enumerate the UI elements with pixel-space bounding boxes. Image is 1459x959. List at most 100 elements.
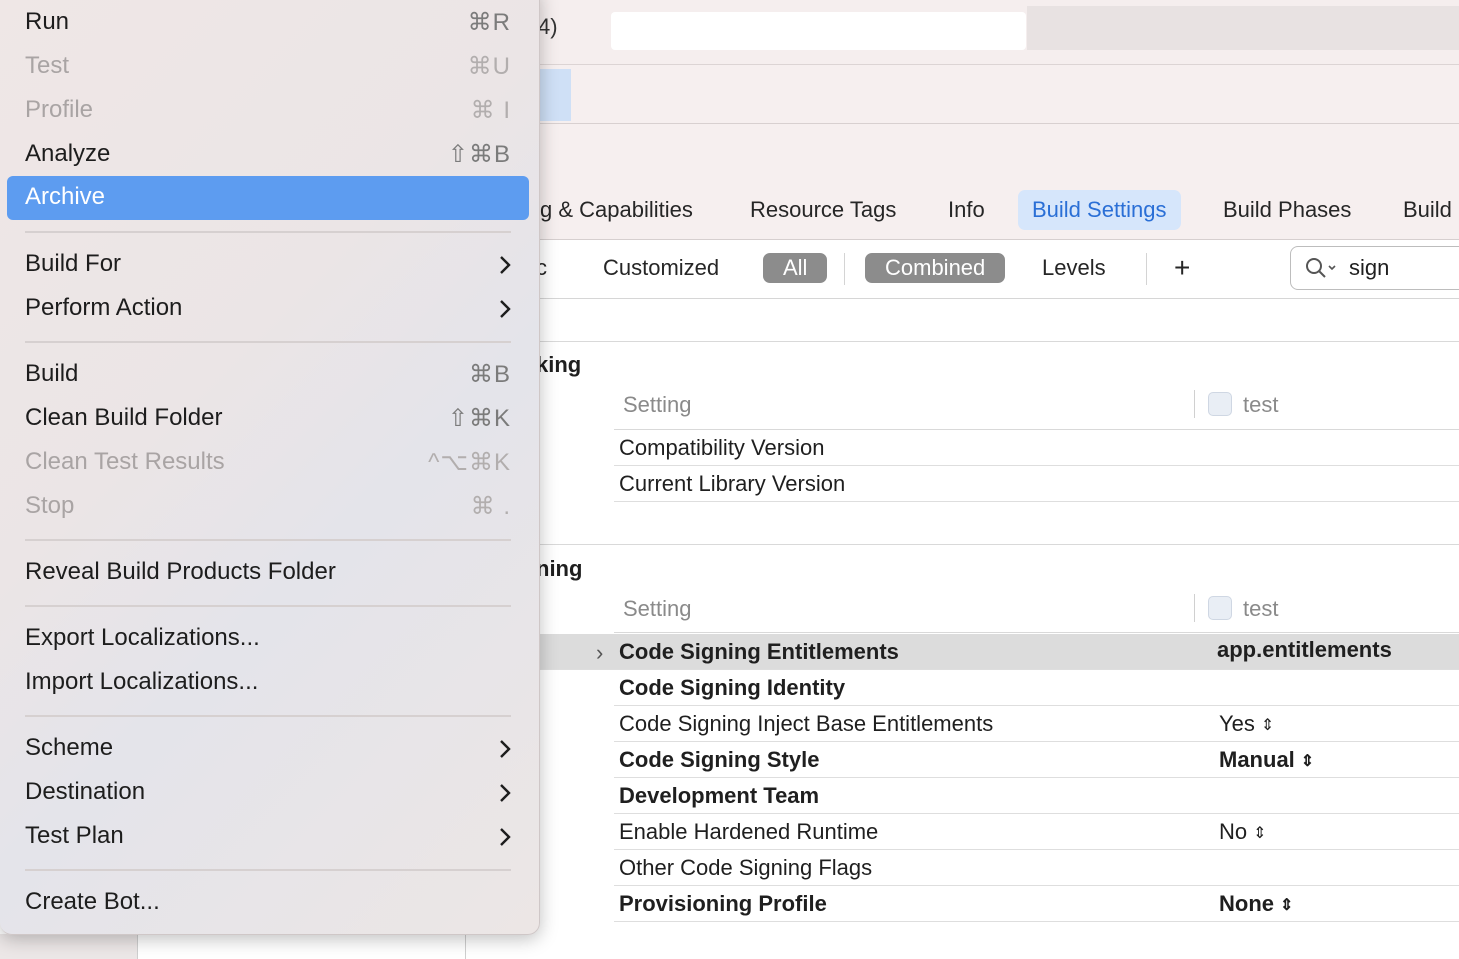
column-target[interactable]: test	[1243, 596, 1278, 622]
menu-item-label: Build	[25, 360, 79, 387]
stepper-icon: ⇕	[1280, 897, 1294, 914]
filter-customized[interactable]: Customized	[593, 253, 729, 283]
menu-item-perform-action[interactable]: Perform Action	[7, 287, 529, 331]
menu-item-build-for[interactable]: Build For	[7, 243, 529, 287]
menu-separator	[25, 605, 511, 607]
setting-value-popup[interactable]: Yes ⇕	[1219, 711, 1274, 737]
stepper-icon: ⇕	[1300, 753, 1315, 770]
filter-all[interactable]: All	[763, 253, 828, 283]
tab-build-phases[interactable]: Build Phases	[1209, 190, 1365, 230]
target-icon	[1208, 392, 1232, 416]
value-text: Manual	[1219, 747, 1295, 772]
section-title-signing[interactable]: ning	[536, 556, 582, 582]
menu-item-label: Profile	[25, 96, 94, 123]
column-divider	[1194, 390, 1195, 418]
setting-name: Other Code Signing Flags	[619, 855, 873, 880]
section-divider	[540, 341, 1459, 342]
menu-shortcut: ⇧⌘K	[447, 405, 511, 432]
setting-name: Code Signing Identity	[619, 675, 846, 700]
setting-row[interactable]: Development Team	[614, 778, 1459, 814]
menu-item-label: Run	[25, 8, 70, 35]
tab-build-rules[interactable]: Build	[1389, 190, 1459, 230]
setting-name: Development Team	[619, 783, 820, 808]
section-title-linking[interactable]: king	[536, 352, 581, 378]
menu-item-destination[interactable]: Destination	[7, 771, 529, 815]
navigator-bottom	[137, 934, 466, 959]
menu-item-import-localizations[interactable]: Import Localizations...	[7, 661, 529, 705]
setting-row[interactable]: Enable Hardened Runtime No ⇕	[614, 814, 1459, 850]
setting-row[interactable]: Compatibility Version	[614, 430, 1459, 466]
menu-item-reveal-build-products[interactable]: Reveal Build Products Folder	[7, 551, 529, 595]
product-menu: Run ⌘R Test ⌘U Profile ⌘ I Analyze ⇧⌘B A…	[0, 0, 540, 935]
setting-name: Current Library Version	[619, 471, 846, 496]
menu-item-run[interactable]: Run ⌘R	[7, 1, 529, 45]
menu-item-build[interactable]: Build ⌘B	[7, 353, 529, 397]
tab-signing-capabilities[interactable]: g & Capabilities	[526, 190, 707, 230]
setting-row[interactable]: Code Signing Style Manual ⇕	[614, 742, 1459, 778]
menu-item-test-plan[interactable]: Test Plan	[7, 815, 529, 859]
setting-value[interactable]: app.entitlements	[1217, 637, 1392, 663]
setting-value-popup[interactable]: None ⇕	[1219, 891, 1293, 917]
menu-item-scheme[interactable]: Scheme	[7, 727, 529, 771]
column-setting[interactable]: Setting	[623, 596, 692, 622]
menu-item-archive[interactable]: Archive	[7, 176, 529, 220]
menu-item-label: Create Bot...	[25, 888, 160, 915]
chevron-right-icon	[500, 300, 511, 318]
menu-shortcut: ^⌥⌘K	[428, 449, 511, 476]
menu-shortcut: ⌘ .	[470, 493, 511, 520]
chevron-right-icon	[500, 784, 511, 802]
disclosure-chevron-icon[interactable]: ›	[596, 640, 603, 666]
stepper-icon: ⇕	[1260, 717, 1275, 734]
column-setting[interactable]: Setting	[623, 392, 692, 418]
stepper-icon: ⇕	[1253, 825, 1267, 842]
setting-row[interactable]: Provisioning Profile None ⇕	[614, 886, 1459, 922]
menu-item-profile[interactable]: Profile ⌘ I	[7, 89, 529, 133]
menu-shortcut: ⌘B	[468, 361, 511, 388]
menu-item-label: Import Localizations...	[25, 668, 259, 695]
menu-item-label: Stop	[25, 492, 75, 519]
menu-item-label: Destination	[25, 778, 146, 805]
menu-item-label: Perform Action	[25, 294, 183, 321]
add-setting-button[interactable]: +	[1164, 253, 1200, 283]
menu-separator	[25, 231, 511, 233]
setting-row[interactable]: Current Library Version	[614, 466, 1459, 502]
menu-item-export-localizations[interactable]: Export Localizations...	[7, 617, 529, 661]
search-input-value[interactable]: sign	[1349, 255, 1389, 281]
tab-info[interactable]: Info	[934, 190, 999, 230]
setting-name: Enable Hardened Runtime	[619, 819, 879, 844]
target-icon	[1208, 596, 1232, 620]
setting-name: Code Signing Style	[619, 747, 820, 772]
menu-item-test[interactable]: Test ⌘U	[7, 45, 529, 89]
setting-row[interactable]: Code Signing Inject Base Entitlements Ye…	[614, 706, 1459, 742]
menu-item-analyze[interactable]: Analyze ⇧⌘B	[7, 133, 529, 177]
setting-row[interactable]: Code Signing Identity	[614, 670, 1459, 706]
setting-name: Provisioning Profile	[619, 891, 827, 916]
menu-item-label: Clean Build Folder	[25, 404, 223, 431]
menu-shortcut: ⌘R	[467, 9, 511, 36]
search-field[interactable]: sign	[1290, 246, 1459, 290]
menu-item-stop[interactable]: Stop ⌘ .	[7, 485, 529, 529]
filter-divider	[844, 253, 845, 285]
setting-row[interactable]: Other Code Signing Flags	[614, 850, 1459, 886]
setting-value-popup[interactable]: Manual ⇕	[1219, 747, 1314, 773]
section-divider	[540, 544, 1459, 545]
value-text: None	[1219, 891, 1274, 916]
toolbar-right-area	[1027, 6, 1459, 50]
tab-resource-tags[interactable]: Resource Tags	[736, 190, 910, 230]
setting-value-popup[interactable]: No ⇕	[1219, 819, 1267, 845]
activity-field[interactable]	[611, 12, 1026, 50]
tab-build-settings[interactable]: Build Settings	[1018, 190, 1181, 230]
filter-levels[interactable]: Levels	[1032, 253, 1116, 283]
toolbar-title: 4)	[538, 14, 558, 39]
menu-item-label: Scheme	[25, 734, 114, 761]
column-target[interactable]: test	[1243, 392, 1278, 418]
setting-row-selected[interactable]: › Code Signing Entitlements app.entitlem…	[540, 634, 1459, 670]
chevron-right-icon	[500, 740, 511, 758]
selected-tab-fragment[interactable]	[539, 69, 571, 121]
filter-combined[interactable]: Combined	[865, 253, 1006, 283]
menu-item-clean-test-results[interactable]: Clean Test Results ^⌥⌘K	[7, 441, 529, 485]
menu-item-create-bot[interactable]: Create Bot...	[7, 881, 529, 925]
menu-item-label: Test Plan	[25, 822, 124, 849]
menu-item-clean-build-folder[interactable]: Clean Build Folder ⇧⌘K	[7, 397, 529, 441]
setting-name: Compatibility Version	[619, 435, 825, 460]
